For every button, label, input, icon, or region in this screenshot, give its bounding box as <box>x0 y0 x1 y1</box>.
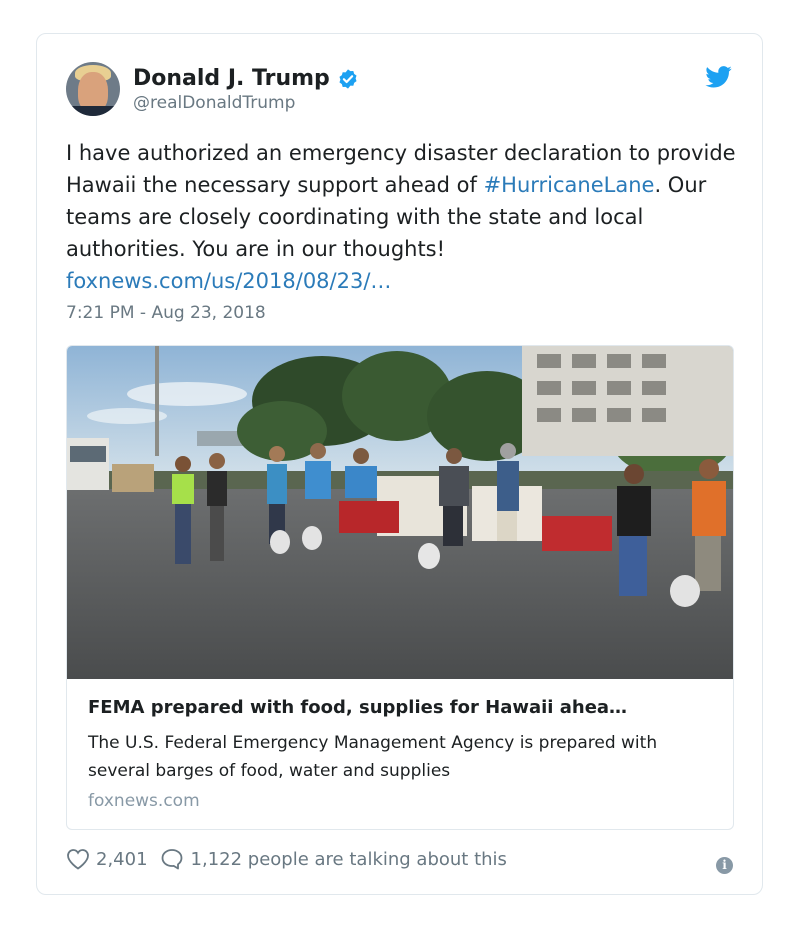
author-handle[interactable]: @realDonaldTrump <box>133 92 295 114</box>
hashtag-link[interactable]: #HurricaneLane <box>484 173 655 197</box>
article-title[interactable]: FEMA prepared with food, supplies for Ha… <box>88 696 718 720</box>
tweet-actions: 2,401 1,122 people are talking about thi… <box>66 848 507 870</box>
link-preview-card[interactable]: FEMA prepared with food, supplies for Ha… <box>66 345 734 830</box>
tweet-text: I have authorized an emergency disaster … <box>66 137 738 297</box>
article-photo[interactable] <box>67 346 733 679</box>
article-description: The U.S. Federal Emergency Management Ag… <box>88 733 658 781</box>
avatar[interactable] <box>66 62 120 116</box>
tweet-timestamp[interactable]: 7:21 PM - Aug 23, 2018 <box>66 302 266 324</box>
heart-icon[interactable] <box>66 848 90 870</box>
twitter-bird-icon[interactable] <box>705 66 732 88</box>
verified-badge-icon <box>339 69 357 89</box>
author-name[interactable]: Donald J. Trump <box>133 65 330 93</box>
info-icon[interactable]: i <box>716 857 733 874</box>
speech-bubble-icon[interactable] <box>160 848 184 870</box>
tweet-embed-card: Donald J. Trump @realDonaldTrump I have … <box>36 33 763 895</box>
article-link[interactable]: foxnews.com/us/2018/08/23/… <box>66 269 391 293</box>
like-count[interactable]: 2,401 <box>96 849 148 870</box>
article-domain: foxnews.com <box>88 791 200 811</box>
conversation-count[interactable]: 1,122 people are talking about this <box>191 849 507 870</box>
author-name-row[interactable]: Donald J. Trump <box>133 65 359 93</box>
